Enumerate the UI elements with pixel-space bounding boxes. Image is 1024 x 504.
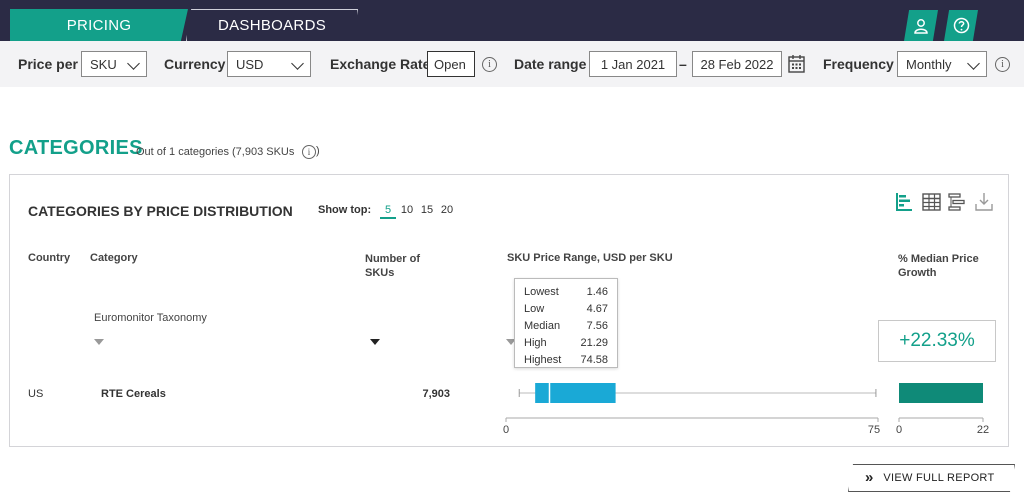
row-charts-svg: 0 75 0 22 — [503, 383, 989, 436]
column-header-growth-line2: Growth — [898, 267, 937, 279]
tooltip-row: Highest 74.58 — [524, 351, 608, 368]
currency-value: USD — [236, 56, 264, 72]
currency-label: Currency — [164, 56, 226, 72]
tab-pricing[interactable]: PRICING — [10, 9, 188, 41]
tooltip-row: High 21.29 — [524, 334, 608, 351]
tooltip-row: Median 7.56 — [524, 317, 608, 334]
show-top-option-10[interactable]: 10 — [398, 204, 416, 219]
subtitle-close-paren: ) — [316, 145, 320, 157]
tooltip-value: 4.67 — [586, 302, 608, 315]
double-chevron-right-icon: » — [865, 468, 874, 486]
frequency-info-icon[interactable]: i — [995, 57, 1010, 72]
frequency-select[interactable]: Monthly — [897, 51, 987, 77]
view-full-report-button[interactable]: » VIEW FULL REPORT — [848, 464, 1015, 492]
price-per-value: SKU — [90, 56, 117, 72]
tooltip-label: Lowest — [524, 285, 559, 298]
show-top-option-5[interactable]: 5 — [380, 204, 396, 219]
frequency-label: Frequency — [823, 56, 894, 72]
date-range-label: Date range — [514, 56, 587, 72]
growth-axis-label-min: 0 — [896, 424, 902, 436]
frequency-value: Monthly — [906, 56, 952, 72]
download-icon[interactable] — [975, 192, 993, 212]
exchange-rate-info-icon[interactable]: i — [482, 57, 497, 72]
view-full-report-label: VIEW FULL REPORT — [883, 472, 995, 484]
median-growth-callout: +22.33% — [878, 320, 996, 362]
tooltip-value: 7.56 — [586, 319, 608, 332]
tooltip-value: 1.46 — [586, 285, 608, 298]
column-header-skus-line1: Number of — [365, 253, 420, 265]
box-iqr-rect — [535, 383, 616, 403]
categories-info-icon[interactable]: i — [302, 145, 316, 159]
column-header-growth: % Median Price Growth — [898, 252, 979, 280]
tooltip-label: Highest — [524, 353, 562, 366]
help-button[interactable] — [944, 10, 978, 41]
tooltip-label: Low — [524, 302, 545, 315]
column-header-price-range: SKU Price Range, USD per SKU — [507, 252, 673, 264]
show-top-label: Show top: — [318, 204, 372, 216]
skus-sort-caret-icon[interactable] — [370, 339, 380, 345]
user-icon — [914, 18, 928, 34]
exchange-rate-label: Exchange Rate — [330, 56, 431, 72]
column-header-skus: Number of SKUs — [365, 252, 420, 280]
chevron-down-icon — [127, 57, 140, 70]
column-header-growth-line1: % Median Price — [898, 253, 979, 265]
show-top-options: 5 10 15 20 — [380, 204, 456, 219]
help-icon — [953, 17, 969, 34]
date-from-value: 1 Jan 2021 — [600, 56, 666, 72]
tooltip-label: High — [524, 336, 547, 349]
date-to-value: 28 Feb 2022 — [700, 56, 774, 72]
tooltip-row: Lowest 1.46 — [524, 283, 608, 300]
growth-axis-label-max: 22 — [977, 424, 989, 436]
tab-dashboards[interactable]: DASHBOARDS — [186, 9, 358, 41]
calendar-icon[interactable] — [788, 54, 805, 73]
show-top-option-15[interactable]: 15 — [418, 204, 436, 219]
tooltip-value: 74.58 — [580, 353, 608, 366]
tooltip-value: 21.29 — [580, 336, 608, 349]
section-subtitle: Out of 1 categories (7,903 SKUs — [136, 146, 295, 158]
column-header-skus-line2: SKUs — [365, 267, 395, 279]
date-to-input[interactable]: 28 Feb 2022 — [692, 51, 782, 77]
price-per-label: Price per — [18, 56, 78, 72]
price-axis-label-min: 0 — [503, 424, 509, 436]
exchange-rate-value: Open — [434, 56, 466, 72]
table-icon[interactable] — [922, 193, 941, 211]
tooltip-label: Median — [524, 319, 561, 332]
panel-title: CATEGORIES BY PRICE DISTRIBUTION — [28, 203, 293, 219]
bar-chart-icon[interactable] — [895, 192, 913, 212]
date-from-input[interactable]: 1 Jan 2021 — [589, 51, 677, 77]
price-range-tooltip: Lowest 1.46 Low 4.67 Median 7.56 High 21.29 … — [514, 278, 618, 368]
exchange-rate-button[interactable]: Open — [427, 51, 475, 77]
category-filter-caret-icon[interactable] — [94, 339, 104, 345]
column-header-category: Category — [90, 252, 138, 264]
chevron-down-icon — [291, 57, 304, 70]
date-range-separator: – — [679, 56, 687, 72]
user-button[interactable] — [904, 10, 938, 41]
chevron-down-icon — [967, 57, 980, 70]
currency-select[interactable]: USD — [227, 51, 311, 77]
column-header-country: Country — [28, 252, 71, 264]
taxonomy-label: Euromonitor Taxonomy — [94, 312, 207, 324]
price-axis-label-max: 75 — [868, 424, 880, 436]
tooltip-row: Low 4.67 — [524, 300, 608, 317]
show-top-option-20[interactable]: 20 — [438, 204, 456, 219]
price-per-select[interactable]: SKU — [81, 51, 147, 77]
sort-icon[interactable] — [948, 192, 966, 212]
growth-bar — [899, 383, 983, 403]
section-title: CATEGORIES — [9, 137, 143, 159]
